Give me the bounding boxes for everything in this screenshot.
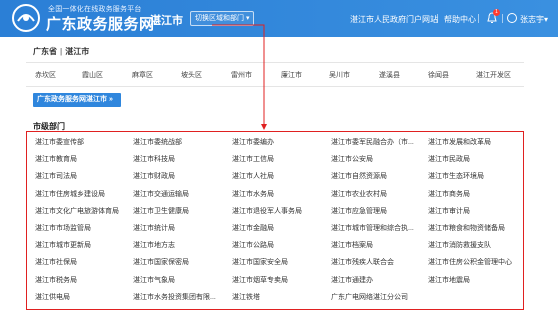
department-link[interactable]: 湛江市地方志	[133, 240, 175, 250]
department-link[interactable]: 湛江市委军民融合办（市...	[331, 137, 414, 147]
department-link[interactable]: 湛江市工信局	[232, 154, 274, 164]
department-link[interactable]: 湛江市审计局	[428, 206, 470, 216]
department-link[interactable]: 湛江市地震局	[428, 275, 470, 285]
department-link[interactable]: 湛江市科技局	[133, 154, 175, 164]
department-link[interactable]: 湛江市教育局	[35, 154, 77, 164]
department-link[interactable]: 湛江市社保局	[35, 257, 77, 267]
department-link[interactable]: 湛江市自然资源局	[331, 171, 387, 181]
department-link[interactable]: 湛江市生态环境局	[428, 171, 484, 181]
department-link[interactable]: 湛江市文化广电旅游体育局	[35, 206, 119, 216]
department-link[interactable]: 湛江市司法局	[35, 171, 77, 181]
department-link[interactable]: 湛江市通建办	[331, 275, 373, 285]
department-link[interactable]: 湛江市市场监管局	[35, 223, 91, 233]
department-link[interactable]: 湛江市农业农村局	[331, 189, 387, 199]
department-link[interactable]: 湛江市应急管理局	[331, 206, 387, 216]
department-link[interactable]: 湛江市委统战部	[133, 137, 182, 147]
department-link[interactable]: 湛江市税务局	[35, 275, 77, 285]
department-link[interactable]: 湛江供电局	[35, 292, 70, 302]
department-link[interactable]: 湛江市城市管理和综合执...	[331, 223, 414, 233]
department-link[interactable]: 广东广电网络湛江分公司	[331, 292, 408, 302]
department-link[interactable]: 湛江市水务局	[232, 189, 274, 199]
department-link[interactable]: 湛江市民政局	[428, 154, 470, 164]
department-link[interactable]: 湛江市公路局	[232, 240, 274, 250]
department-link[interactable]: 湛江市卫生健康局	[133, 206, 189, 216]
department-link[interactable]: 湛江市烟草专卖局	[232, 275, 288, 285]
department-link[interactable]: 湛江市档案局	[331, 240, 373, 250]
department-link[interactable]: 湛江市发展和改革局	[428, 137, 491, 147]
department-link[interactable]: 湛江市统计局	[133, 223, 175, 233]
department-link[interactable]: 湛江市退役军人事务局	[232, 206, 302, 216]
department-link[interactable]: 湛江市委编办	[232, 137, 274, 147]
department-link[interactable]: 湛江市委宣传部	[35, 137, 84, 147]
department-link[interactable]: 湛江市粮食和物资储备局	[428, 223, 505, 233]
department-link[interactable]: 湛江市气象局	[133, 275, 175, 285]
department-link[interactable]: 湛江市消防救援支队	[428, 240, 491, 250]
department-link[interactable]: 湛江市人社局	[232, 171, 274, 181]
department-link[interactable]: 湛江市城市更新局	[35, 240, 91, 250]
department-link[interactable]: 湛江市财政局	[133, 171, 175, 181]
department-link[interactable]: 湛江市公安局	[331, 154, 373, 164]
department-link[interactable]: 湛江铁塔	[232, 292, 260, 302]
department-link[interactable]: 湛江市水务投资集团有限...	[133, 292, 216, 302]
department-link[interactable]: 湛江市商务局	[428, 189, 470, 199]
department-link[interactable]: 湛江市残疾人联合会	[331, 257, 394, 267]
department-link[interactable]: 湛江市金融局	[232, 223, 274, 233]
department-link[interactable]: 湛江市交通运输局	[133, 189, 189, 199]
department-link[interactable]: 湛江市国家安全局	[232, 257, 288, 267]
department-link[interactable]: 湛江市国家保密局	[133, 257, 189, 267]
department-link[interactable]: 湛江市住房城乡建设局	[35, 189, 105, 199]
department-link[interactable]: 湛江市住房公积金管理中心	[428, 257, 512, 267]
